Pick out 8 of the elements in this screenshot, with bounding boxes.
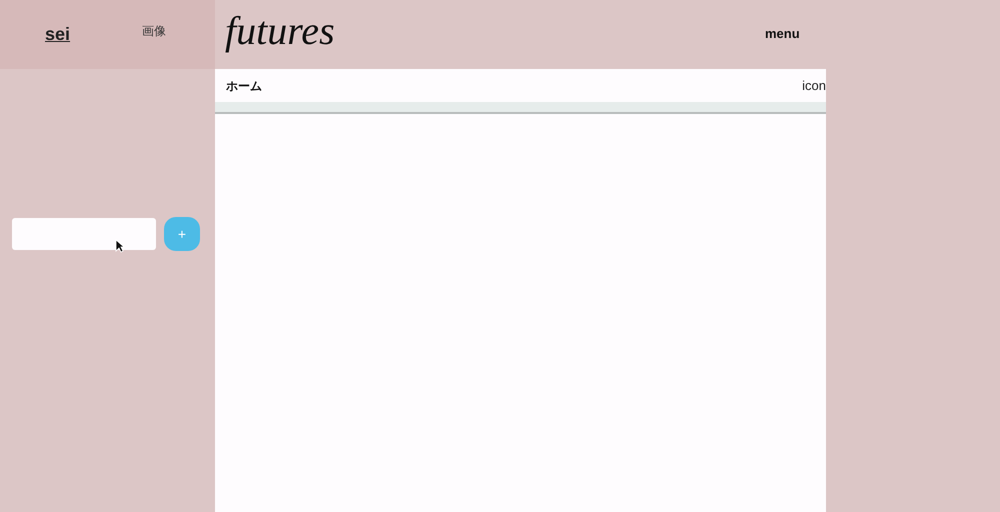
menu-link[interactable]: menu	[765, 24, 800, 44]
icon-label: icon	[802, 76, 826, 95]
image-label: 画像	[142, 22, 166, 40]
cursor-icon	[115, 239, 125, 253]
input-field[interactable]	[12, 218, 156, 250]
user-link[interactable]: sei	[45, 21, 70, 48]
page-title: ホーム	[226, 78, 262, 94]
logo: futures	[225, 6, 335, 54]
